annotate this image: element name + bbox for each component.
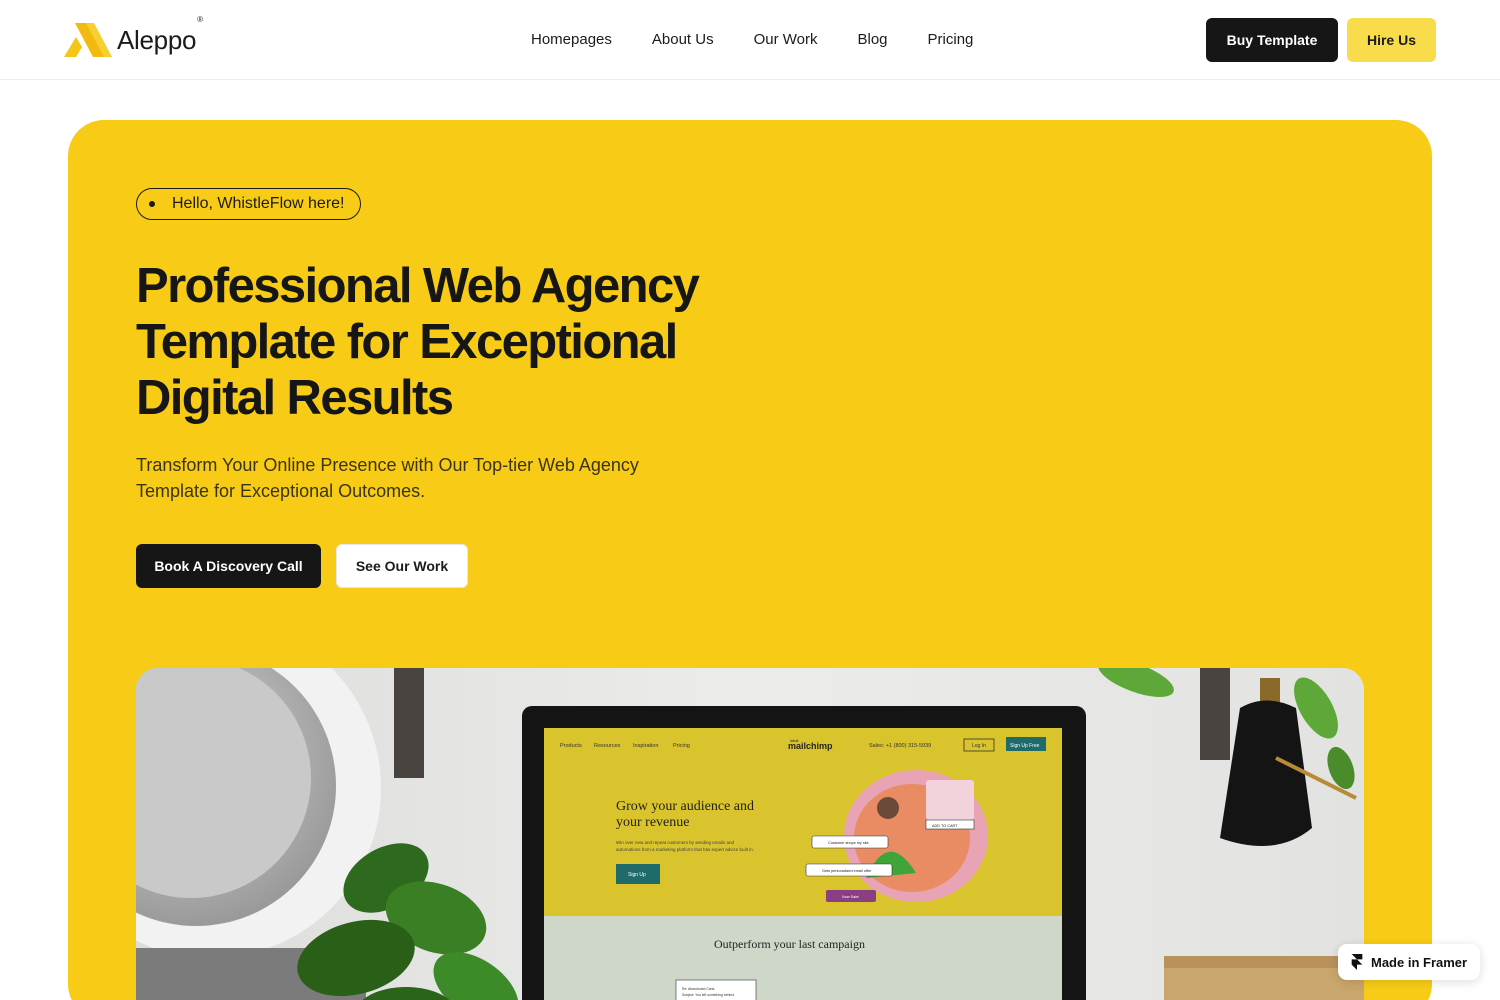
- mockup-body: Win over new and repeat customers by sen…: [616, 840, 735, 845]
- mockup-nav-products: Products: [560, 743, 582, 749]
- mockup-body: automations from a marketing platform th…: [616, 847, 754, 852]
- logo-link[interactable]: Aleppo®: [64, 14, 203, 58]
- mockup-nav-resources: Resources: [594, 743, 621, 749]
- mockup-section-title: Outperform your last campaign: [714, 937, 865, 951]
- mockup-card-line: Re: Abandoned Carts: [682, 987, 715, 991]
- book-discovery-call-button[interactable]: Book A Discovery Call: [136, 544, 321, 588]
- nav-link-pricing[interactable]: Pricing: [928, 31, 974, 48]
- hero-title-line: Template for Exceptional: [136, 315, 678, 369]
- hero-workspace-image: Products Resources Inspiration Pricing i…: [136, 668, 1364, 1000]
- logo-text: Aleppo®: [117, 14, 203, 55]
- mockup-brand: mailchimp: [788, 741, 833, 751]
- mockup-login: Log In: [972, 743, 986, 749]
- top-navigation: Aleppo® Homepages About Us Our Work Blog…: [0, 0, 1500, 80]
- hello-pill: Hello, WhistleFlow here!: [136, 188, 361, 220]
- mockup-tag-shop: Customer shops my site: [828, 841, 869, 845]
- nav-link-our-work[interactable]: Our Work: [754, 31, 818, 48]
- hero-subtitle: Transform Your Online Presence with Our …: [136, 455, 639, 501]
- nav-link-about-us[interactable]: About Us: [652, 31, 714, 48]
- mockup-signup: Sign Up Free: [1010, 743, 1040, 749]
- nav-link-homepages[interactable]: Homepages: [531, 31, 612, 48]
- mockup-sales: Sales: +1 (800) 315-5939: [869, 743, 931, 749]
- hero-title: Professional Web Agency Template for Exc…: [136, 258, 736, 426]
- primary-nav: Homepages About Us Our Work Blog Pricing: [531, 31, 973, 48]
- hire-us-button[interactable]: Hire Us: [1347, 18, 1436, 62]
- mockup-nav-inspiration: Inspiration: [633, 743, 658, 749]
- mockup-headline: Grow your audience and: [616, 799, 754, 814]
- pill-text: Hello, WhistleFlow here!: [172, 195, 345, 212]
- hero-title-line: Professional Web Agency: [136, 259, 700, 313]
- mockup-tag-cart: ADD TO CART: [932, 824, 958, 828]
- aleppo-logo-icon: [64, 23, 112, 57]
- see-our-work-button[interactable]: See Our Work: [336, 544, 468, 588]
- mockup-cta: Sign Up: [628, 872, 646, 878]
- nav-link-blog[interactable]: Blog: [858, 31, 888, 48]
- status-dot-icon: [149, 201, 155, 207]
- made-in-framer-badge[interactable]: Made in Framer: [1338, 944, 1480, 980]
- framer-badge-label: Made in Framer: [1371, 954, 1468, 970]
- buy-template-button[interactable]: Buy Template: [1206, 18, 1338, 62]
- hero-section: Hello, WhistleFlow here! Professional We…: [68, 120, 1432, 1000]
- mockup-card-line: Subject: You left something behind: [682, 993, 734, 997]
- mockup-nav-pricing: Pricing: [673, 743, 690, 749]
- mockup-tag-sale: Now Sale!: [842, 895, 859, 899]
- mockup-headline: your revenue: [616, 815, 689, 830]
- mockup-tag-email: Gets personalized email offer: [822, 869, 872, 873]
- monitor-mockup: Products Resources Inspiration Pricing i…: [522, 706, 1086, 1000]
- hero-title-line: Digital Results: [136, 371, 454, 425]
- framer-icon: [1351, 954, 1363, 970]
